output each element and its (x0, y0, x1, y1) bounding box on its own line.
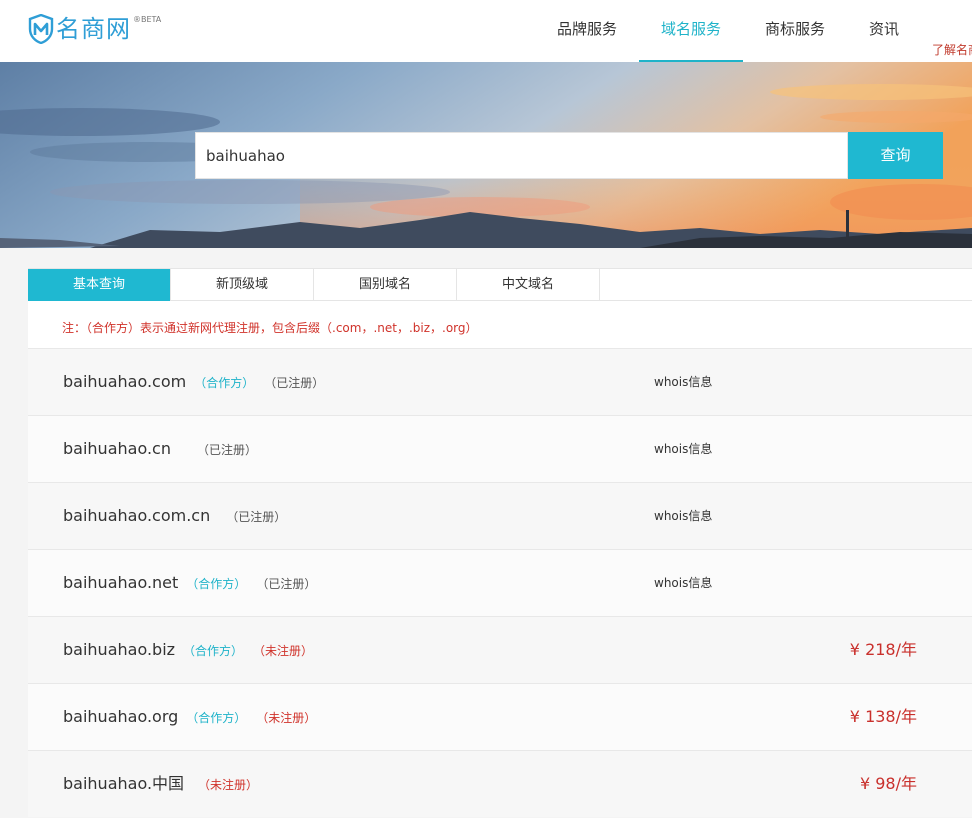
status-registered: （已注册） (270, 376, 325, 390)
partner-tag: （合作方） (186, 711, 247, 725)
logo-beta-badge: ®BETA (133, 15, 162, 24)
domain-cell: baihuahao.com.cn （已注册） (63, 483, 286, 550)
domain-name: baihuahao.org (63, 707, 179, 726)
partner-tag: （合作方） (194, 376, 255, 390)
domain-cell: baihuahao.net （合作方） （已注册） (63, 550, 316, 617)
result-row: baihuahao.com.cn （已注册） whois信息 (28, 482, 972, 549)
result-row: baihuahao.com （合作方） （已注册） whois信息 (28, 348, 972, 415)
status-unregistered: （未注册） (198, 778, 259, 792)
price-per-year[interactable]: ¥ 98/年 (860, 751, 917, 817)
nav-brand-service[interactable]: 品牌服务 (535, 0, 639, 62)
result-row: baihuahao.cn （已注册） whois信息 (28, 415, 972, 482)
tab-new-tld[interactable]: 新顶级域 (171, 269, 314, 301)
search-banner: 查询 (0, 62, 972, 248)
result-row: baihuahao.net （合作方） （已注册） whois信息 (28, 549, 972, 616)
status-unregistered: （未注册） (262, 711, 317, 725)
nav-domain-service[interactable]: 域名服务 (639, 0, 744, 62)
domain-name: baihuahao.com (63, 372, 187, 391)
domain-name: baihuahao.cn (63, 439, 171, 458)
status-registered: （已注册） (226, 510, 287, 524)
nav-news[interactable]: 资讯 (847, 0, 921, 62)
domain-cell: baihuahao.biz （合作方） （未注册） (63, 617, 313, 684)
status-unregistered: （未注册） (259, 644, 314, 658)
whois-link[interactable]: whois信息 (654, 349, 712, 415)
domain-name: baihuahao.biz (63, 640, 176, 659)
search-button[interactable]: 查询 (848, 132, 943, 179)
domain-cell: baihuahao.中国 （未注册） (63, 751, 258, 818)
domain-cell: baihuahao.com （合作方） （已注册） (63, 349, 324, 416)
status-registered: （已注册） (196, 443, 257, 457)
domain-name: baihuahao.com.cn (63, 506, 211, 525)
domain-name: baihuahao.中国 (63, 774, 185, 793)
logo-shield-icon (28, 14, 54, 44)
result-row: baihuahao.org （合作方） （未注册） ¥ 138/年 (28, 683, 972, 750)
tab-country-domain[interactable]: 国别域名 (314, 269, 457, 301)
tab-basic-query[interactable]: 基本查询 (28, 269, 171, 301)
status-registered: （已注册） (262, 577, 317, 591)
partner-tag: （合作方） (186, 577, 247, 591)
results-list: baihuahao.com （合作方） （已注册） whois信息 baihuaha… (28, 348, 972, 817)
results-panel: 基本查询 新顶级域 国别域名 中文域名 注：（合作方）表示通过新网代理注册，包含… (28, 268, 972, 817)
domain-search-input[interactable] (195, 132, 848, 179)
domain-cell: baihuahao.cn （已注册） (63, 416, 257, 483)
partner-tag: （合作方） (183, 644, 244, 658)
domain-name: baihuahao.net (63, 573, 179, 592)
main-nav: 品牌服务 域名服务 商标服务 资讯 (535, 0, 921, 62)
logo-text: 名商网 (56, 15, 131, 43)
result-row: baihuahao.biz （合作方） （未注册） ¥ 218/年 (28, 616, 972, 683)
whois-link[interactable]: whois信息 (654, 483, 712, 549)
price-per-year[interactable]: ¥ 218/年 (850, 617, 917, 683)
tab-chinese-domain[interactable]: 中文域名 (457, 269, 600, 301)
nav-trademark-service[interactable]: 商标服务 (743, 0, 847, 62)
site-logo[interactable]: 名商网 ®BETA (28, 14, 161, 48)
price-per-year[interactable]: ¥ 138/年 (850, 684, 917, 750)
learn-more-link[interactable]: 了解名商 (932, 41, 972, 58)
whois-link[interactable]: whois信息 (654, 550, 712, 616)
whois-link[interactable]: whois信息 (654, 416, 712, 482)
partner-note: 注：（合作方）表示通过新网代理注册，包含后缀（.com，.net，.biz，.o… (62, 321, 478, 335)
site-header: 名商网 ®BETA 品牌服务 域名服务 商标服务 资讯 了解名商 (0, 0, 972, 62)
domain-cell: baihuahao.org （合作方） （未注册） (63, 684, 316, 751)
query-tabs: 基本查询 新顶级域 国别域名 中文域名 (28, 268, 972, 301)
